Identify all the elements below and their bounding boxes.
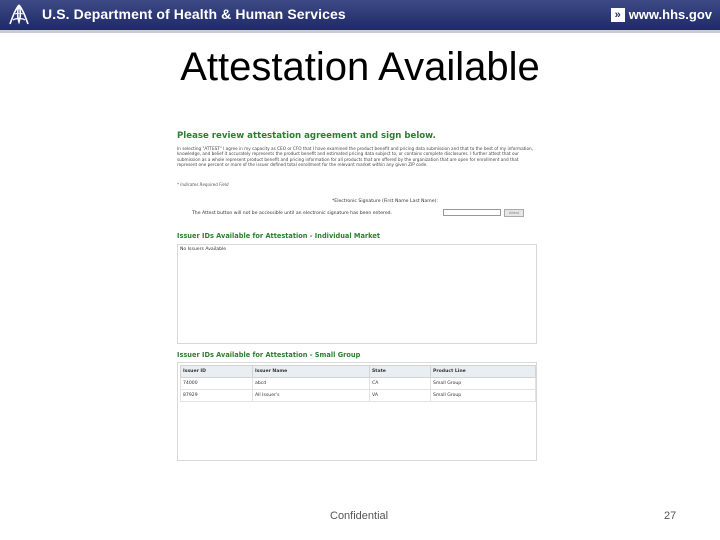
cell-product-line: Small Group	[430, 377, 536, 390]
cell-issuer-id: 74000	[180, 377, 253, 390]
signature-label: *Electronic Signature (First Name Last N…	[332, 199, 438, 204]
department-name: U.S. Department of Health & Human Servic…	[42, 6, 346, 22]
attestation-screen: Please review attestation agreement and …	[172, 124, 542, 464]
attest-button-note: The Attest button will not be accessible…	[192, 211, 393, 216]
confidential-label: Confidential	[330, 510, 389, 522]
individual-market-heading: Issuer IDs Available for Attestation - I…	[177, 232, 381, 240]
slide-title: Attestation Available	[180, 45, 540, 89]
table-row[interactable]: 74000 abcd CA Small Group	[180, 377, 536, 390]
cell-state: VA	[369, 389, 431, 402]
electronic-signature-input[interactable]	[443, 209, 501, 216]
attest-button[interactable]: Attest	[504, 209, 524, 217]
hhs-eagle-icon	[9, 4, 29, 25]
cell-issuer-name: abcd	[252, 377, 370, 390]
column-header-issuer-name[interactable]: Issuer Name	[252, 365, 370, 378]
cell-issuer-name: All Issuer's	[252, 389, 370, 402]
cell-state: CA	[369, 377, 431, 390]
individual-market-panel: No Issuers Available	[177, 244, 537, 344]
table-row[interactable]: 87929 All Issuer's VA Small Group	[180, 389, 536, 402]
small-group-heading: Issuer IDs Available for Attestation - S…	[177, 351, 361, 359]
banner-divider	[0, 30, 720, 33]
attestation-agreement-text: In selecting "ATTEST" I agree in my capa…	[177, 146, 533, 167]
small-group-panel: Issuer ID Issuer Name State Product Line…	[177, 362, 537, 461]
page-number: 27	[664, 510, 677, 522]
arrow-right-icon: »	[610, 7, 625, 22]
column-header-state[interactable]: State	[369, 365, 431, 378]
small-group-table: Issuer ID Issuer Name State Product Line…	[180, 365, 536, 402]
attestation-heading: Please review attestation agreement and …	[177, 131, 436, 141]
hhs-url: www.hhs.gov	[628, 7, 712, 22]
table-header-row: Issuer ID Issuer Name State Product Line	[180, 365, 536, 378]
cell-product-line: Small Group	[430, 389, 536, 402]
required-field-note: * Indicates Required Field	[177, 182, 229, 187]
cell-issuer-id: 87929	[180, 389, 253, 402]
hhs-website-link[interactable]: » www.hhs.gov	[610, 7, 712, 22]
column-header-product-line[interactable]: Product Line	[430, 365, 536, 378]
hhs-banner: U.S. Department of Health & Human Servic…	[0, 0, 720, 30]
no-issuers-text: No Issuers Available	[180, 247, 227, 252]
column-header-issuer-id[interactable]: Issuer ID	[180, 365, 253, 378]
